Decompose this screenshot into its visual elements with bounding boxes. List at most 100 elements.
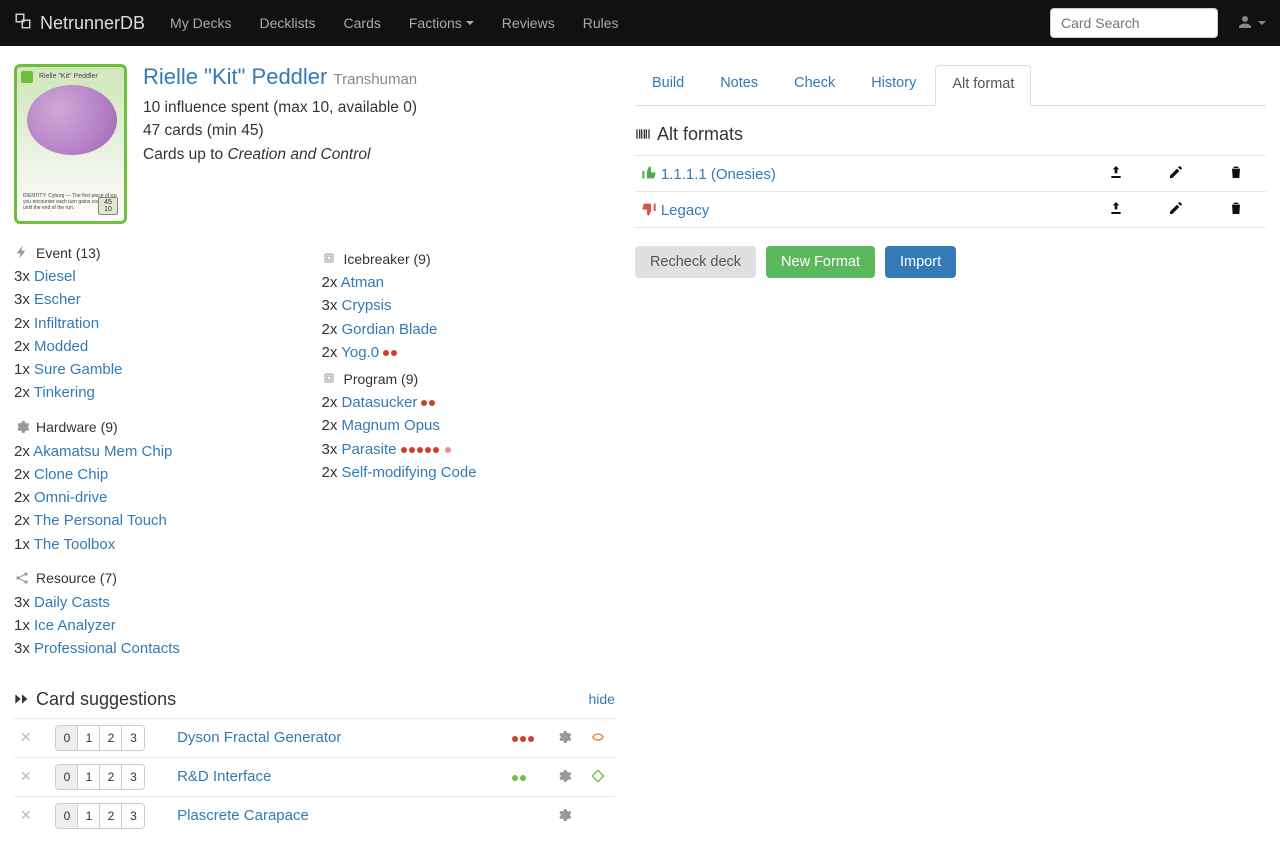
card-line: 1x Ice Analyzer	[14, 614, 307, 637]
card-link[interactable]: Yog.0	[341, 344, 379, 361]
card-link[interactable]: Magnum Opus	[342, 417, 440, 434]
alt-format-row: Legacy	[635, 192, 1266, 228]
recheck-button[interactable]: Recheck deck	[635, 246, 756, 278]
cards-line: 47 cards (min 45)	[143, 119, 417, 142]
nav-factions[interactable]: Factions	[409, 15, 474, 31]
edit-button[interactable]	[1146, 192, 1206, 228]
card-link[interactable]: Atman	[341, 274, 384, 291]
qty-button-1[interactable]: 1	[78, 726, 100, 750]
card-link[interactable]: Infiltration	[34, 315, 99, 332]
brand[interactable]: NetrunnerDB	[14, 12, 145, 35]
remove-suggestion[interactable]: ✕	[20, 768, 38, 784]
export-button[interactable]	[1086, 192, 1146, 228]
suggestion-card-link[interactable]: Dyson Fractal Generator	[177, 729, 341, 746]
qty-button-3[interactable]: 3	[122, 804, 144, 828]
qty-button-1[interactable]: 1	[78, 765, 100, 789]
card-line: 3x Escher	[14, 288, 307, 311]
card-line: 1x The Toolbox	[14, 533, 307, 556]
qty-button-2[interactable]: 2	[100, 804, 122, 828]
identity-card-art[interactable]: Rielle "Kit" Peddler IDENTITY: Cyborg — …	[14, 64, 127, 224]
import-button[interactable]: Import	[885, 246, 956, 278]
identity-link[interactable]: Rielle "Kit" Peddler	[143, 64, 327, 89]
suggestion-card-link[interactable]: R&D Interface	[177, 768, 271, 785]
tab-notes[interactable]: Notes	[703, 64, 775, 105]
card-link[interactable]: Diesel	[34, 268, 76, 285]
card-link[interactable]: Escher	[34, 291, 81, 308]
card-link[interactable]: Clone Chip	[34, 466, 108, 483]
card-line: 2x The Personal Touch	[14, 509, 307, 532]
hide-suggestions[interactable]: hide	[588, 691, 614, 707]
thumbs-up-icon	[641, 166, 657, 182]
tab-build[interactable]: Build	[635, 64, 701, 105]
remove-suggestion[interactable]: ✕	[20, 729, 38, 745]
influence-pips	[512, 775, 526, 781]
deck-left-col: Event (13)3x Diesel3x Escher2x Infiltrat…	[14, 244, 307, 661]
chip-icon	[321, 370, 337, 387]
export-button[interactable]	[1086, 156, 1146, 192]
section-heading: Hardware (9)	[14, 419, 307, 436]
card-link[interactable]: Modded	[34, 338, 88, 355]
card-link[interactable]: The Toolbox	[34, 536, 115, 553]
card-link[interactable]: Ice Analyzer	[34, 617, 116, 634]
nav-my-decks[interactable]: My Decks	[170, 15, 231, 31]
qty-button-2[interactable]: 2	[100, 726, 122, 750]
suggestion-card-link[interactable]: Plascrete Carapace	[177, 807, 309, 824]
card-line: 2x Self-modifying Code	[321, 461, 614, 484]
remove-suggestion[interactable]: ✕	[20, 807, 38, 823]
card-link[interactable]: Sure Gamble	[34, 361, 122, 378]
card-art-title: Rielle "Kit" Peddler	[35, 71, 120, 81]
alt-format-link[interactable]: Legacy	[661, 202, 709, 219]
card-link[interactable]: The Personal Touch	[34, 512, 167, 529]
qty-button-2[interactable]: 2	[100, 765, 122, 789]
tab-alt-format[interactable]: Alt format	[935, 65, 1031, 106]
card-line: 2x Akamatsu Mem Chip	[14, 440, 307, 463]
card-line: 2x Yog.0	[321, 341, 614, 364]
card-line: 3x Professional Contacts	[14, 637, 307, 660]
tab-check[interactable]: Check	[777, 64, 852, 105]
qty-button-0[interactable]: 0	[56, 726, 78, 750]
new-format-button[interactable]: New Format	[766, 246, 875, 278]
identity-title: Rielle "Kit" Peddler Transhuman	[143, 64, 417, 90]
card-link[interactable]: Self-modifying Code	[342, 464, 477, 481]
card-link[interactable]: Tinkering	[34, 384, 95, 401]
nav-reviews[interactable]: Reviews	[502, 15, 555, 31]
qty-button-0[interactable]: 0	[56, 765, 78, 789]
nav-factions-label[interactable]: Factions	[409, 15, 462, 31]
card-link[interactable]: Professional Contacts	[34, 640, 180, 657]
influence-pips	[383, 350, 397, 356]
suggestions-section: Card suggestions hide ✕0123Dyson Fractal…	[14, 689, 615, 835]
nav-cards[interactable]: Cards	[344, 15, 381, 31]
card-line: 2x Infiltration	[14, 312, 307, 335]
qty-group: 0123	[55, 725, 145, 751]
card-link[interactable]: Omni-drive	[34, 489, 107, 506]
tab-history[interactable]: History	[854, 64, 933, 105]
user-menu[interactable]	[1236, 13, 1266, 34]
card-link[interactable]: Datasucker	[342, 394, 418, 411]
card-link[interactable]: Gordian Blade	[342, 321, 438, 338]
qty-group: 0123	[55, 803, 145, 829]
nav-links: My Decks Decklists Cards Factions Review…	[170, 15, 618, 31]
alt-formats-table: 1.1.1.1 (Onesies) Legacy	[635, 155, 1266, 228]
qty-button-3[interactable]: 3	[122, 726, 144, 750]
card-link[interactable]: Crypsis	[342, 297, 392, 314]
qty-button-0[interactable]: 0	[56, 804, 78, 828]
search-input[interactable]	[1050, 8, 1218, 38]
card-line: 2x Clone Chip	[14, 463, 307, 486]
card-link[interactable]: Akamatsu Mem Chip	[33, 443, 172, 460]
delete-button[interactable]	[1206, 156, 1266, 192]
influence-pips	[401, 447, 451, 453]
gear-icon	[556, 808, 572, 824]
alt-format-link[interactable]: 1.1.1.1 (Onesies)	[661, 166, 776, 183]
qty-button-3[interactable]: 3	[122, 765, 144, 789]
share-icon	[14, 570, 30, 587]
qty-button-1[interactable]: 1	[78, 804, 100, 828]
nav-rules[interactable]: Rules	[583, 15, 619, 31]
edit-button[interactable]	[1146, 156, 1206, 192]
influence-pips	[421, 400, 435, 406]
nav-decklists[interactable]: Decklists	[260, 15, 316, 31]
delete-button[interactable]	[1206, 192, 1266, 228]
gear-icon	[556, 769, 572, 785]
card-link[interactable]: Parasite	[342, 441, 397, 458]
card-link[interactable]: Daily Casts	[34, 594, 110, 611]
search-wrap	[1050, 8, 1218, 38]
